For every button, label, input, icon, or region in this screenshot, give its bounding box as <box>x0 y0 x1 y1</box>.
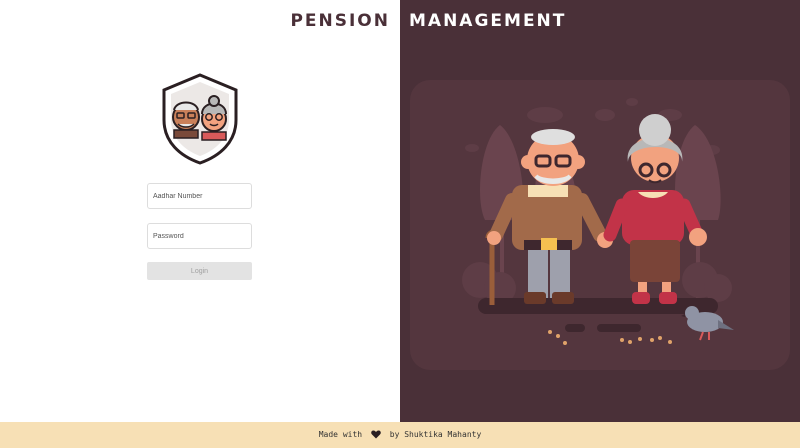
title-pension: PENSION <box>290 11 390 31</box>
elderly-couple-shield-icon <box>162 73 238 165</box>
heart-icon <box>371 430 381 439</box>
left-panel <box>0 0 400 422</box>
footer-suffix: by Shuktika Mahanty <box>389 430 482 439</box>
password-input[interactable] <box>147 223 252 249</box>
footer: Made with by Shuktika Mahanty <box>0 422 800 448</box>
elderly-couple-illustration <box>410 80 790 370</box>
footer-prefix: Made with <box>318 430 363 439</box>
login-button[interactable]: Login <box>147 262 252 280</box>
title-management: MANAGEMENT <box>409 11 567 31</box>
aadhar-number-input[interactable] <box>147 183 252 209</box>
